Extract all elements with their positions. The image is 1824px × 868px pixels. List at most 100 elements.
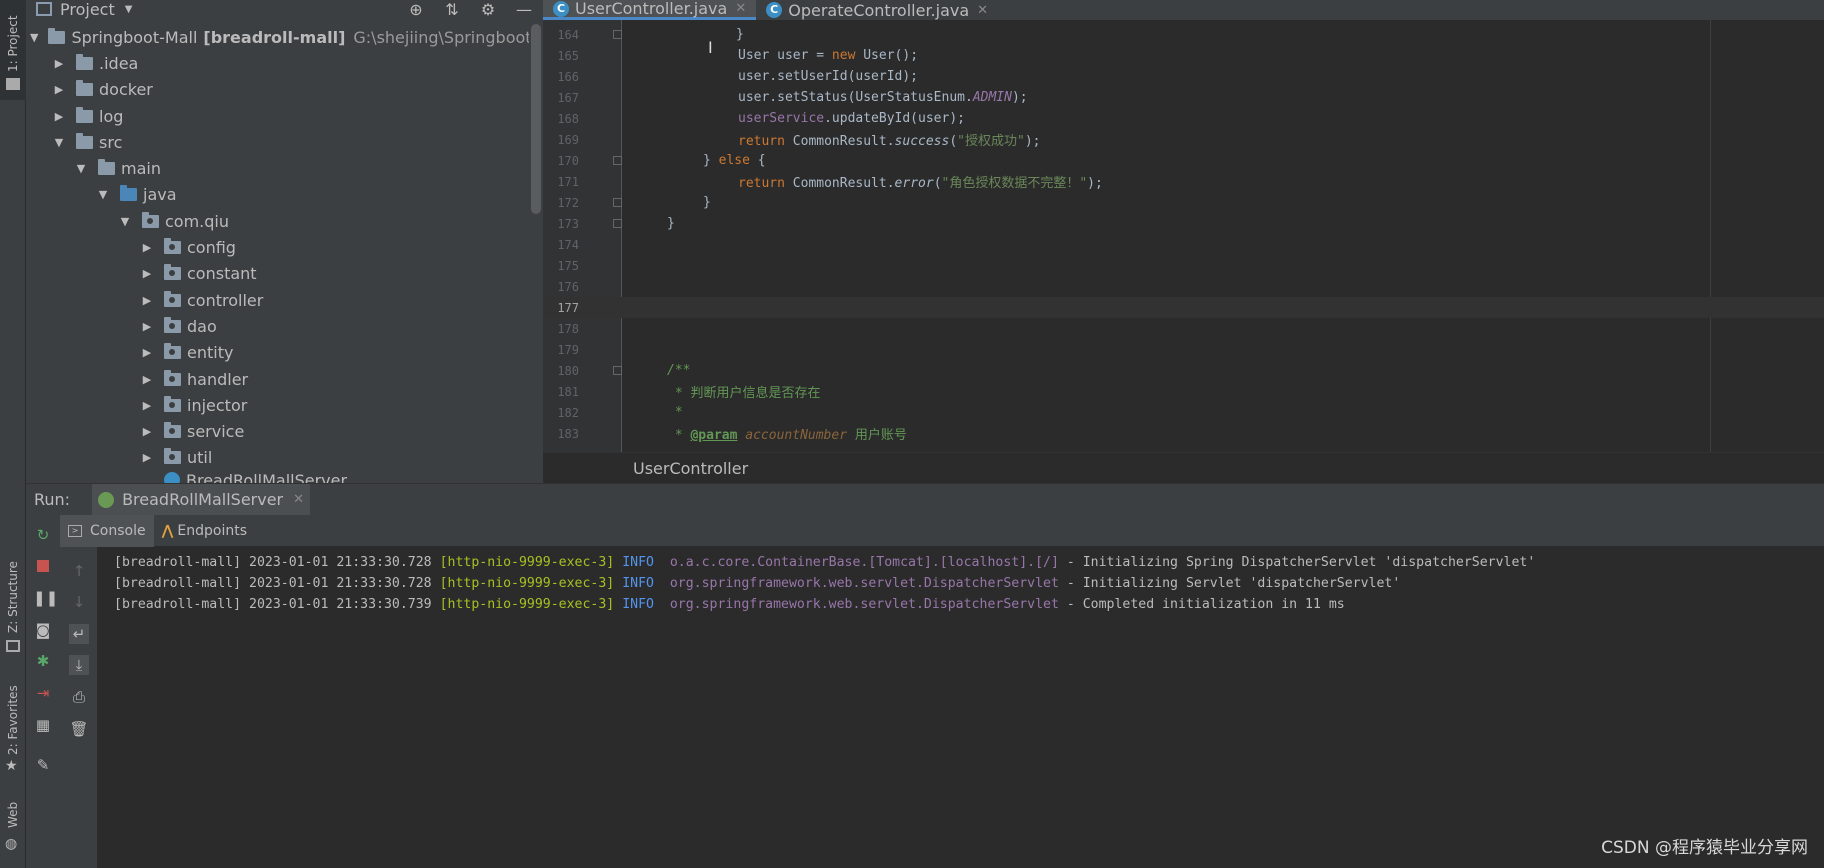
watermark: CSDN @程序猿毕业分享网 bbox=[1601, 838, 1808, 858]
line-number: 167 bbox=[557, 90, 579, 105]
favorites-tool-tab[interactable]: 2: Favorites ★ bbox=[0, 680, 26, 780]
soft-wrap-icon[interactable]: ↵ bbox=[69, 624, 89, 644]
tree-item-main[interactable]: ▼ main bbox=[26, 155, 529, 181]
tab-endpoints[interactable]: ⋀ Endpoints bbox=[154, 515, 255, 547]
code-editor[interactable]: 164 } 165 User user = new User(); 166 us… bbox=[543, 20, 1824, 452]
collapse-all-icon[interactable]: ⇅ bbox=[443, 0, 461, 19]
collapsed-arrow-icon[interactable]: ▶ bbox=[140, 241, 154, 254]
expanded-arrow-icon[interactable]: ▼ bbox=[52, 136, 66, 149]
code-line: 169 return CommonResult.success("授权成功"); bbox=[543, 129, 1824, 150]
stop-icon[interactable] bbox=[33, 557, 53, 577]
code-token: CommonResult. bbox=[784, 176, 895, 192]
code-token: User user = bbox=[738, 48, 832, 64]
tree-item-injector[interactable]: ▶ injector bbox=[26, 392, 529, 418]
fold-marker-icon[interactable] bbox=[613, 198, 622, 207]
breadcrumb-item[interactable]: UserController bbox=[633, 459, 748, 478]
code-token: ( bbox=[949, 134, 958, 150]
project-tool-label: 1: Project bbox=[6, 15, 20, 72]
tree-item-handler[interactable]: ▶ handler bbox=[26, 366, 529, 392]
expanded-arrow-icon[interactable]: ▼ bbox=[96, 188, 110, 201]
collapsed-arrow-icon[interactable]: ▶ bbox=[52, 110, 66, 123]
tree-scrollbar[interactable] bbox=[531, 24, 541, 214]
tree-item-entity[interactable]: ▶ entity bbox=[26, 340, 529, 366]
collapsed-arrow-icon[interactable]: ▶ bbox=[140, 320, 154, 333]
line-number: 166 bbox=[557, 69, 579, 84]
structure-tool-tab[interactable]: Z: Structure bbox=[0, 555, 26, 655]
pin-icon[interactable]: ✎ bbox=[33, 755, 53, 775]
collapsed-arrow-icon[interactable]: ▶ bbox=[52, 83, 66, 96]
collapsed-arrow-icon[interactable]: ▶ bbox=[140, 425, 154, 438]
collapsed-arrow-icon[interactable]: ▶ bbox=[140, 294, 154, 307]
locate-icon[interactable]: ⊕ bbox=[407, 0, 425, 19]
tree-item-controller[interactable]: ▶ controller bbox=[26, 287, 529, 313]
camera-icon[interactable]: ◙ bbox=[33, 620, 53, 640]
folder-icon bbox=[76, 53, 93, 70]
trash-icon[interactable]: 🗑 bbox=[69, 719, 89, 739]
code-line: 175 bbox=[543, 255, 1824, 276]
class-icon: C bbox=[553, 0, 569, 17]
tree-item-label: log bbox=[99, 106, 124, 126]
tab-user-controller[interactable]: C UserController.java ✕ bbox=[543, 0, 757, 20]
collapsed-arrow-icon[interactable]: ▶ bbox=[140, 451, 154, 464]
expanded-arrow-icon[interactable]: ▼ bbox=[118, 215, 132, 228]
code-line: 165 User user = new User(); bbox=[543, 45, 1824, 66]
package-icon bbox=[164, 264, 181, 281]
fold-marker-icon[interactable] bbox=[613, 30, 622, 39]
tree-item-service[interactable]: ▶ service bbox=[26, 418, 529, 444]
tree-item-com-qiu[interactable]: ▼ com.qiu bbox=[26, 208, 529, 234]
tree-item-label: config bbox=[187, 238, 236, 258]
package-icon bbox=[164, 343, 181, 360]
expanded-arrow-icon[interactable]: ▼ bbox=[30, 31, 38, 44]
project-tool-tab[interactable]: 1: Project bbox=[0, 0, 26, 100]
tree-item-config[interactable]: ▶ config bbox=[26, 234, 529, 260]
web-tool-tab[interactable]: Web ◍ bbox=[0, 800, 26, 860]
fold-marker-icon[interactable] bbox=[613, 366, 622, 375]
tree-item-src[interactable]: ▼ src bbox=[26, 129, 529, 155]
gear-icon[interactable]: ⚙ bbox=[479, 0, 497, 19]
code-text: User user = new User(); bbox=[738, 48, 918, 63]
code-text: * bbox=[667, 405, 683, 421]
code-text: /** bbox=[667, 363, 691, 379]
line-number: 180 bbox=[557, 363, 579, 378]
code-text: return CommonResult.error("角色授权数据不完整！"); bbox=[738, 172, 1103, 191]
project-panel-title[interactable]: Project bbox=[60, 0, 115, 19]
tree-item-java[interactable]: ▼ java bbox=[26, 182, 529, 208]
close-icon[interactable]: ✕ bbox=[293, 492, 304, 507]
chevron-down-icon[interactable]: ▼ bbox=[125, 4, 133, 15]
tab-console[interactable]: > Console bbox=[60, 514, 154, 547]
minimize-icon[interactable]: — bbox=[515, 0, 533, 19]
tree-item-constant[interactable]: ▶ constant bbox=[26, 261, 529, 287]
log-message: - Initializing Servlet 'dispatcherServle… bbox=[1058, 576, 1401, 591]
print-icon[interactable]: ⎙ bbox=[69, 687, 89, 707]
package-icon bbox=[164, 448, 181, 465]
tree-item-dao[interactable]: ▶ dao bbox=[26, 313, 529, 339]
collapsed-arrow-icon[interactable]: ▶ bbox=[140, 399, 154, 412]
run-config-tab[interactable]: BreadRollMallServer ✕ bbox=[92, 483, 311, 516]
scroll-to-end-icon[interactable]: ⤓ bbox=[69, 655, 89, 675]
arrow-up-icon[interactable]: ↑ bbox=[69, 561, 89, 581]
layout-icon[interactable]: ▦ bbox=[33, 715, 53, 735]
rerun-icon[interactable]: ↻ bbox=[33, 525, 53, 545]
collapsed-arrow-icon[interactable]: ▶ bbox=[140, 373, 154, 386]
debug-icon[interactable]: ✱ bbox=[33, 651, 53, 671]
fold-marker-icon[interactable] bbox=[613, 219, 622, 228]
collapsed-arrow-icon[interactable]: ▶ bbox=[140, 267, 154, 280]
tree-item-label: docker bbox=[99, 80, 153, 100]
tree-item-util[interactable]: ▶ util bbox=[26, 445, 529, 471]
tree-item-docker[interactable]: ▶ docker bbox=[26, 77, 529, 103]
fold-marker-icon[interactable] bbox=[613, 156, 622, 165]
pause-icon[interactable]: ❚❚ bbox=[33, 588, 58, 608]
tree-item-idea[interactable]: ▶ .idea bbox=[26, 50, 529, 76]
arrow-down-icon[interactable]: ↓ bbox=[69, 592, 89, 612]
tree-item-main-class[interactable]: BreadRollMallServer bbox=[26, 471, 529, 483]
expanded-arrow-icon[interactable]: ▼ bbox=[74, 162, 88, 175]
exit-icon[interactable]: ⇥ bbox=[33, 683, 53, 703]
console-output[interactable]: [breadroll-mall] 2023-01-01 21:33:30.728… bbox=[98, 549, 1824, 868]
tree-item-log[interactable]: ▶ log bbox=[26, 103, 529, 129]
close-icon[interactable]: ✕ bbox=[735, 1, 746, 16]
collapsed-arrow-icon[interactable]: ▶ bbox=[52, 57, 66, 70]
close-icon[interactable]: ✕ bbox=[977, 3, 988, 18]
collapsed-arrow-icon[interactable]: ▶ bbox=[140, 346, 154, 359]
tree-item-root[interactable]: ▼ Springboot-Mall [breadroll-mall] G:\sh… bbox=[26, 24, 529, 50]
tab-operate-controller[interactable]: C OperateController.java ✕ bbox=[756, 0, 998, 20]
